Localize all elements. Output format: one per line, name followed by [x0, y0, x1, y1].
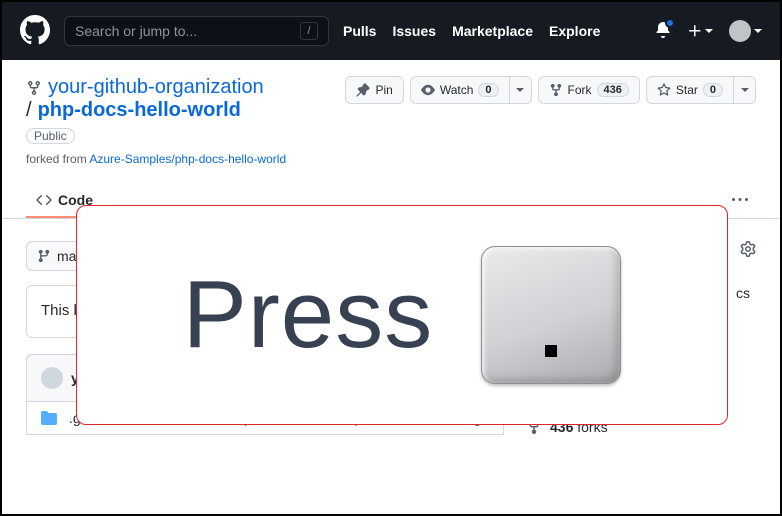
pin-button[interactable]: Pin	[345, 76, 403, 104]
visibility-badge: Public	[26, 128, 75, 144]
press-label: Press	[183, 260, 433, 370]
search-input[interactable]: Search or jump to... /	[64, 16, 329, 46]
search-placeholder: Search or jump to...	[75, 23, 197, 39]
nav-marketplace[interactable]: Marketplace	[452, 23, 533, 39]
press-key-callout: Press	[76, 205, 728, 425]
watch-button[interactable]: Watch 0	[410, 76, 510, 104]
nav-issues[interactable]: Issues	[392, 23, 436, 39]
repo-forked-icon	[26, 80, 42, 96]
watch-button-group: Watch 0	[410, 76, 532, 104]
star-button-group: Star 0	[646, 76, 756, 104]
add-menu[interactable]	[687, 23, 713, 39]
star-dropdown[interactable]	[734, 76, 756, 104]
forked-from-prefix: forked from	[26, 152, 89, 166]
commit-avatar	[41, 367, 63, 389]
path-separator: /	[26, 99, 32, 122]
notifications-icon[interactable]	[655, 22, 671, 41]
folder-icon	[41, 410, 57, 426]
user-menu[interactable]	[729, 20, 762, 42]
forked-from-link[interactable]: Azure-Samples/php-docs-hello-world	[89, 152, 286, 166]
repo-name-link[interactable]: php-docs-hello-world	[38, 99, 241, 122]
notification-dot-icon	[665, 18, 675, 28]
repo-org-link[interactable]: your-github-organization	[48, 76, 264, 99]
star-button[interactable]: Star 0	[646, 76, 734, 104]
nav-pulls[interactable]: Pulls	[343, 23, 376, 39]
github-logo-icon[interactable]	[20, 15, 50, 48]
settings-gear-icon[interactable]	[740, 241, 756, 260]
git-branch-icon	[37, 249, 51, 263]
watch-count: 0	[478, 83, 498, 97]
fork-count: 436	[597, 83, 629, 97]
tabs-more-button[interactable]	[724, 186, 756, 217]
fork-button[interactable]: Fork 436	[538, 76, 640, 104]
code-icon	[36, 192, 52, 208]
star-count: 0	[703, 83, 723, 97]
chevron-down-icon	[754, 29, 762, 33]
chevron-down-icon	[705, 29, 713, 33]
avatar	[729, 20, 751, 42]
period-key-icon	[481, 246, 621, 384]
watch-dropdown[interactable]	[510, 76, 532, 104]
nav-explore[interactable]: Explore	[549, 23, 600, 39]
slash-key-icon: /	[300, 22, 318, 40]
kebab-icon	[732, 192, 748, 208]
